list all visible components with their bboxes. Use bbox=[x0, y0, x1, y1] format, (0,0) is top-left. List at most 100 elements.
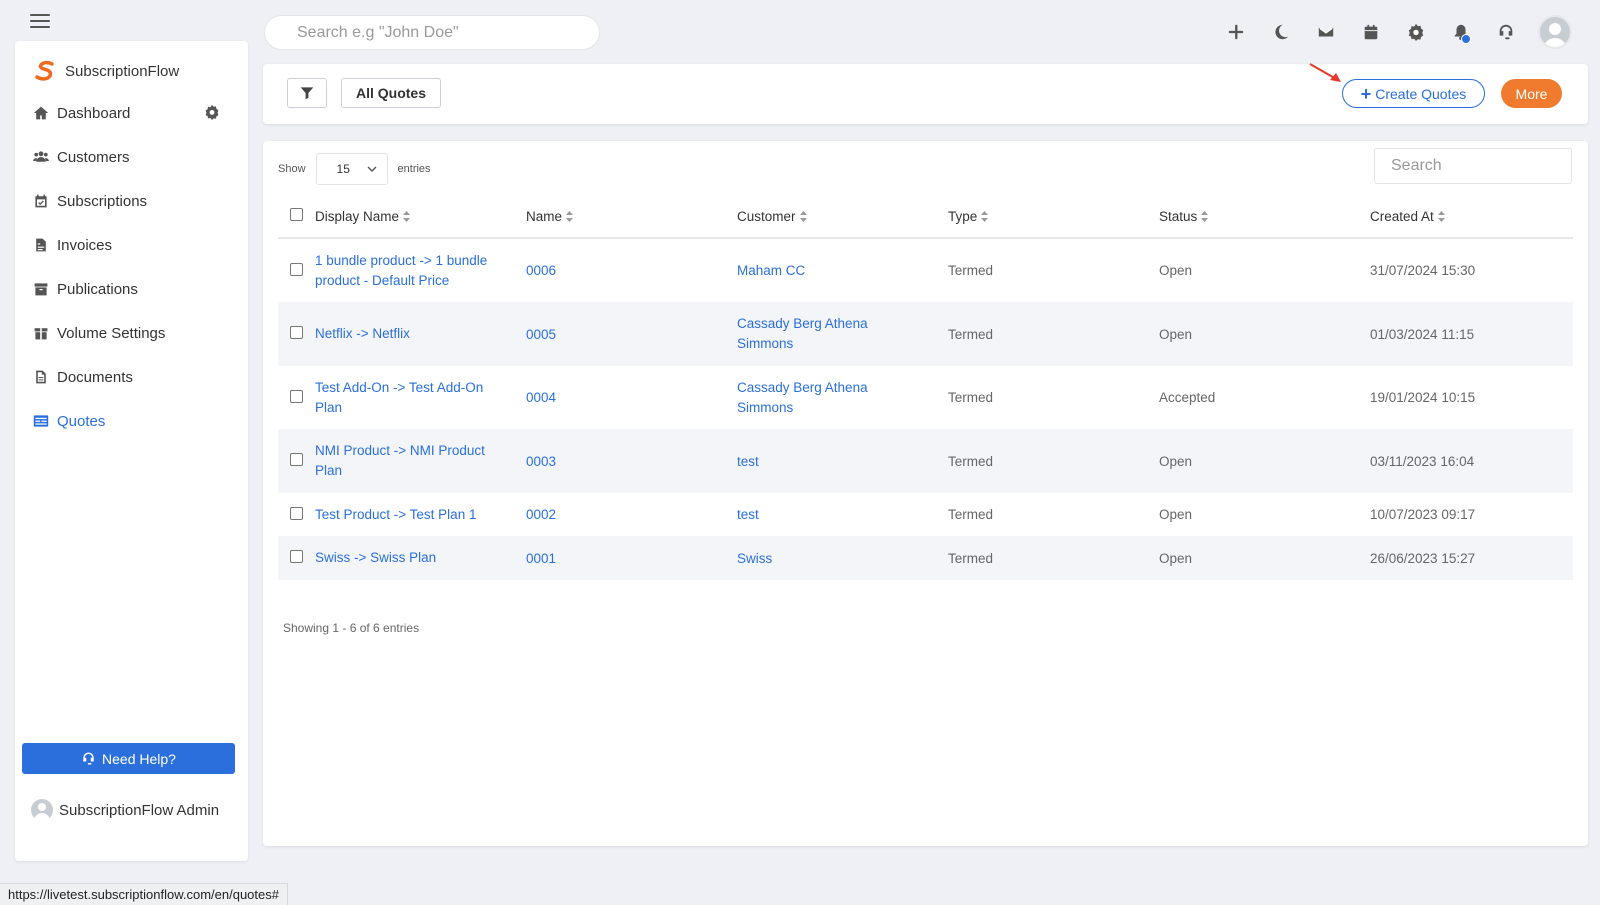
dashboard-settings-gear-icon[interactable] bbox=[204, 104, 222, 122]
customer-link[interactable]: Cassady Berg Athena Simmons bbox=[737, 316, 868, 351]
created-at-cell: 26/06/2023 15:27 bbox=[1370, 536, 1573, 580]
table-header-row: Display Name Name Customer Type Status C… bbox=[278, 195, 1573, 239]
created-at-cell: 10/07/2023 09:17 bbox=[1370, 493, 1573, 536]
column-header-type[interactable]: Type bbox=[948, 195, 1159, 239]
invoice-icon bbox=[31, 235, 51, 255]
customer-cell: Cassady Berg Athena Simmons bbox=[737, 366, 948, 429]
row-checkbox[interactable] bbox=[290, 550, 303, 563]
sort-icon bbox=[981, 210, 989, 222]
customer-link[interactable]: Maham CC bbox=[737, 263, 805, 278]
user-avatar[interactable] bbox=[1538, 15, 1572, 49]
brand[interactable]: SubscriptionFlow bbox=[33, 59, 179, 83]
quote-name-link[interactable]: 0002 bbox=[526, 507, 556, 522]
display-name-link[interactable]: Test Add-On -> Test Add-On Plan bbox=[315, 380, 483, 415]
quote-name-link[interactable]: 0003 bbox=[526, 454, 556, 469]
bell-icon[interactable] bbox=[1438, 14, 1483, 50]
all-quotes-button[interactable]: All Quotes bbox=[341, 78, 441, 108]
column-header-display-name[interactable]: Display Name bbox=[315, 195, 526, 239]
row-checkbox[interactable] bbox=[290, 506, 303, 520]
table-row: Swiss -> Swiss Plan 0001 Swiss Termed Op… bbox=[278, 536, 1573, 580]
select-all-checkbox[interactable] bbox=[290, 208, 303, 221]
sidebar-item-subscriptions[interactable]: Subscriptions bbox=[15, 179, 248, 223]
name-cell: 0001 bbox=[526, 536, 737, 580]
quote-name-link[interactable]: 0001 bbox=[526, 551, 556, 566]
gear-icon[interactable] bbox=[1393, 14, 1438, 50]
sidebar-item-publications[interactable]: Publications bbox=[15, 267, 248, 311]
row-checkbox[interactable] bbox=[290, 389, 303, 403]
customer-link[interactable]: test bbox=[737, 507, 759, 522]
column-header-created-at[interactable]: Created At bbox=[1370, 195, 1573, 239]
sort-icon bbox=[566, 210, 574, 222]
moon-icon[interactable] bbox=[1258, 14, 1303, 50]
display-name-cell: Test Add-On -> Test Add-On Plan bbox=[315, 366, 526, 429]
archive-icon bbox=[31, 279, 51, 299]
display-name-cell: NMI Product -> NMI Product Plan bbox=[315, 429, 526, 493]
sidebar-item-documents[interactable]: Documents bbox=[15, 355, 248, 399]
display-name-link[interactable]: Swiss -> Swiss Plan bbox=[315, 550, 436, 565]
display-name-link[interactable]: 1 bundle product -> 1 bundle product - D… bbox=[315, 253, 487, 288]
filter-button[interactable] bbox=[287, 78, 327, 108]
row-checkbox[interactable] bbox=[290, 453, 303, 466]
document-icon bbox=[31, 367, 51, 387]
customer-cell: Maham CC bbox=[737, 238, 948, 302]
table-row: Test Product -> Test Plan 1 0002 test Te… bbox=[278, 493, 1573, 536]
name-cell: 0003 bbox=[526, 429, 737, 493]
name-cell: 0005 bbox=[526, 302, 737, 366]
table-search-input[interactable] bbox=[1391, 157, 1555, 175]
annotation-arrow-icon bbox=[1309, 63, 1341, 82]
quote-name-link[interactable]: 0006 bbox=[526, 263, 556, 278]
sidebar-item-dashboard[interactable]: Dashboard bbox=[15, 91, 248, 135]
customer-link[interactable]: Cassady Berg Athena Simmons bbox=[737, 380, 868, 415]
plus-icon: + bbox=[1360, 83, 1372, 104]
column-header-customer[interactable]: Customer bbox=[737, 195, 948, 239]
headset-icon[interactable] bbox=[1483, 14, 1528, 50]
box-icon bbox=[31, 323, 51, 343]
hamburger-menu-icon[interactable] bbox=[30, 14, 50, 28]
entries-label: entries bbox=[397, 163, 431, 175]
status-cell: Open bbox=[1159, 238, 1370, 302]
row-checkbox[interactable] bbox=[290, 262, 303, 276]
status-cell: Open bbox=[1159, 302, 1370, 366]
sidebar-item-volume-settings[interactable]: Volume Settings bbox=[15, 311, 248, 355]
global-search-input[interactable] bbox=[297, 23, 567, 42]
column-header-label: Created At bbox=[1370, 208, 1434, 224]
type-cell: Termed bbox=[948, 493, 1159, 536]
headset-icon bbox=[83, 752, 94, 765]
calendar-check-icon bbox=[31, 191, 51, 211]
display-name-link[interactable]: Netflix -> Netflix bbox=[315, 326, 410, 341]
quotes-toolbar: All Quotes + Create Quotes More bbox=[263, 63, 1588, 124]
admin-profile[interactable]: SubscriptionFlow Admin bbox=[31, 799, 219, 821]
quote-name-link[interactable]: 0005 bbox=[526, 327, 556, 342]
quote-name-link[interactable]: 0004 bbox=[526, 390, 556, 405]
quotes-table-panel: Show 15 entries Display Name Name Custom… bbox=[263, 141, 1588, 846]
customer-link[interactable]: test bbox=[737, 454, 759, 469]
calendar-icon[interactable] bbox=[1348, 14, 1393, 50]
plus-icon[interactable] bbox=[1213, 14, 1258, 50]
sidebar-item-quotes[interactable]: Quotes bbox=[15, 399, 248, 443]
display-name-link[interactable]: Test Product -> Test Plan 1 bbox=[315, 507, 476, 522]
display-name-cell: Netflix -> Netflix bbox=[315, 302, 526, 366]
more-button[interactable]: More bbox=[1501, 79, 1562, 108]
sidebar-item-customers[interactable]: Customers bbox=[15, 135, 248, 179]
global-search[interactable] bbox=[264, 15, 600, 50]
row-checkbox[interactable] bbox=[290, 326, 303, 339]
admin-avatar bbox=[31, 799, 53, 821]
select-all-cell bbox=[278, 195, 315, 239]
name-cell: 0002 bbox=[526, 493, 737, 536]
column-header-status[interactable]: Status bbox=[1159, 195, 1370, 239]
customer-link[interactable]: Swiss bbox=[737, 551, 772, 566]
mail-icon[interactable] bbox=[1303, 14, 1348, 50]
create-quotes-button[interactable]: + Create Quotes bbox=[1342, 79, 1485, 108]
type-cell: Termed bbox=[948, 536, 1159, 580]
entries-select[interactable]: 15 bbox=[315, 153, 388, 185]
need-help-button[interactable]: Need Help? bbox=[22, 743, 235, 774]
row-select-cell bbox=[278, 366, 315, 429]
name-cell: 0004 bbox=[526, 366, 737, 429]
display-name-link[interactable]: NMI Product -> NMI Product Plan bbox=[315, 443, 485, 478]
column-header-name[interactable]: Name bbox=[526, 195, 737, 239]
sidebar-item-invoices[interactable]: Invoices bbox=[15, 223, 248, 267]
table-search[interactable] bbox=[1374, 148, 1572, 184]
display-name-cell: Swiss -> Swiss Plan bbox=[315, 536, 526, 580]
display-name-cell: Test Product -> Test Plan 1 bbox=[315, 493, 526, 536]
created-at-cell: 03/11/2023 16:04 bbox=[1370, 429, 1573, 493]
